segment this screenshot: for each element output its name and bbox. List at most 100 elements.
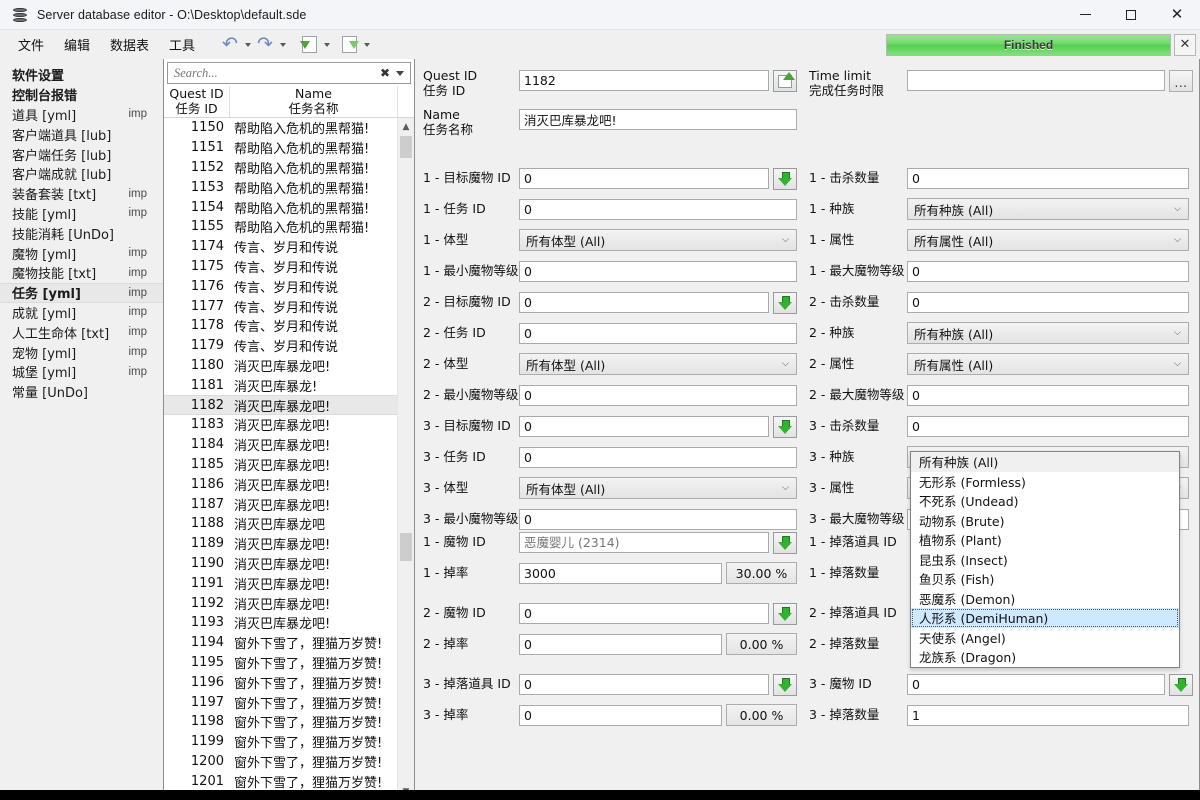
race-option-1[interactable]: 无形系 (Formless) — [911, 472, 1179, 492]
race-option-9[interactable]: 天使系 (Angel) — [911, 628, 1179, 648]
objective-0-quest-id-input[interactable] — [519, 199, 797, 220]
drop-1-rate-input[interactable] — [519, 634, 722, 655]
table-row[interactable]: 1153帮助陷入危机的黑帮猫! — [164, 177, 397, 197]
objective-1-race-combo[interactable]: 所有种族 (All)⌵ — [907, 322, 1189, 344]
sidebar-item-import-badge[interactable]: imp — [128, 287, 147, 299]
drop-0-mob-id-input[interactable] — [519, 532, 769, 553]
sidebar-item-13[interactable]: 人工生命体 [txt]imp — [0, 322, 163, 342]
sidebar-item-import-badge[interactable]: imp — [128, 247, 147, 259]
table-row[interactable]: 1188消灭巴库暴龙吧 — [164, 514, 397, 534]
sidebar-item-import-badge[interactable]: imp — [128, 306, 147, 318]
race-option-4[interactable]: 植物系 (Plant) — [911, 530, 1179, 550]
drop-1-mob-id-input[interactable] — [519, 603, 769, 624]
race-option-3[interactable]: 动物系 (Brute) — [911, 511, 1179, 531]
table-row[interactable]: 1193消灭巴库暴龙吧! — [164, 613, 397, 633]
redo-button[interactable]: ↷ — [254, 33, 276, 56]
race-option-2[interactable]: 不死系 (Undead) — [911, 491, 1179, 511]
close-button[interactable]: ✕ — [1154, 0, 1200, 30]
list-vertical-scrollbar[interactable]: ▲ ▼ — [397, 118, 414, 800]
export-dropdown-caret-icon[interactable] — [364, 43, 370, 47]
table-row[interactable]: 1182消灭巴库暴龙吧! — [164, 395, 397, 415]
menu-file[interactable]: 文件 — [10, 32, 52, 57]
chevron-down-icon[interactable]: ⌵ — [1174, 235, 1181, 245]
table-row[interactable]: 1185消灭巴库暴龙吧! — [164, 455, 397, 475]
name-input[interactable] — [519, 109, 797, 130]
quest-id-open-button[interactable] — [773, 70, 797, 92]
race-option-10[interactable]: 龙族系 (Dragon) — [911, 647, 1179, 667]
race-dropdown-popup[interactable]: 所有种族 (All)无形系 (Formless)不死系 (Undead)动物系 … — [910, 451, 1180, 668]
race-option-5[interactable]: 昆虫系 (Insect) — [911, 550, 1179, 570]
maximize-button[interactable] — [1108, 0, 1154, 30]
drop-2-mob-id-input[interactable] — [519, 674, 769, 695]
objective-1-quest-id-input[interactable] — [519, 323, 797, 344]
table-row[interactable]: 1199窗外下雪了，狸猫万岁赞! — [164, 732, 397, 752]
objective-2-quest-id-input[interactable] — [519, 447, 797, 468]
objective-0-target-mob-id-picker-button[interactable] — [773, 168, 797, 190]
chevron-down-icon[interactable]: ⌵ — [1174, 328, 1181, 338]
redo-dropdown-caret-icon[interactable] — [280, 43, 286, 47]
search-clear-icon[interactable]: ✖ — [376, 66, 394, 80]
sidebar-item-4[interactable]: 客户端任务 [lub] — [0, 144, 163, 164]
race-option-8[interactable]: 人形系 (DemiHuman) — [911, 608, 1179, 628]
objective-0-target-mob-id-input[interactable] — [519, 168, 769, 189]
sidebar-item-11[interactable]: 任务 [yml]imp — [0, 283, 163, 303]
column-header-quest-id[interactable]: Quest ID 任务 ID — [164, 86, 230, 117]
sidebar-item-15[interactable]: 城堡 [yml]imp — [0, 362, 163, 382]
time-limit-input[interactable] — [907, 70, 1165, 91]
objective-0-size-combo[interactable]: 所有体型 (All)⌵ — [519, 229, 797, 251]
search-input[interactable] — [168, 65, 376, 82]
table-row[interactable]: 1179传言、岁月和传说 — [164, 336, 397, 356]
chevron-down-icon[interactable]: ⌵ — [1174, 204, 1181, 214]
table-row[interactable]: 1197窗外下雪了，狸猫万岁赞! — [164, 692, 397, 712]
sidebar-item-7[interactable]: 技能 [yml]imp — [0, 204, 163, 224]
sidebar-item-3[interactable]: 客户端道具 [lub] — [0, 124, 163, 144]
objective-1-min-level-input[interactable] — [519, 385, 797, 406]
table-row[interactable]: 1151帮助陷入危机的黑帮猫! — [164, 138, 397, 158]
chevron-down-icon[interactable]: ⌵ — [782, 359, 789, 369]
scrollbar-thumb[interactable] — [400, 136, 412, 158]
objective-1-kill-count-input[interactable] — [907, 292, 1189, 313]
table-row[interactable]: 1201窗外下雪了，狸猫万岁赞! — [164, 771, 397, 791]
objective-0-max-level-input[interactable] — [907, 261, 1189, 282]
race-option-0[interactable]: 所有种族 (All) — [911, 452, 1179, 472]
export-button[interactable] — [339, 34, 360, 55]
sidebar-item-import-badge[interactable]: imp — [128, 188, 147, 200]
sidebar-item-0[interactable]: 软件设置 — [0, 65, 163, 85]
table-row[interactable]: 1178传言、岁月和传说 — [164, 316, 397, 336]
drop-2-item-id-picker-button[interactable] — [1169, 674, 1193, 696]
table-row[interactable]: 1154帮助陷入危机的黑帮猫! — [164, 197, 397, 217]
sidebar-item-import-badge[interactable]: imp — [128, 366, 147, 378]
objective-2-size-combo[interactable]: 所有体型 (All)⌵ — [519, 477, 797, 499]
objective-1-size-combo[interactable]: 所有体型 (All)⌵ — [519, 353, 797, 375]
sidebar-item-import-badge[interactable]: imp — [128, 108, 147, 120]
scrollbar-thumb-secondary[interactable] — [400, 533, 412, 561]
sidebar-item-import-badge[interactable]: imp — [128, 207, 147, 219]
menu-edit[interactable]: 编辑 — [56, 32, 98, 57]
table-row[interactable]: 1184消灭巴库暴龙吧! — [164, 435, 397, 455]
objective-2-target-mob-id-picker-button[interactable] — [773, 416, 797, 438]
table-row[interactable]: 1152帮助陷入危机的黑帮猫! — [164, 158, 397, 178]
objective-1-element-combo[interactable]: 所有属性 (All)⌵ — [907, 353, 1189, 375]
table-row[interactable]: 1174传言、岁月和传说 — [164, 237, 397, 257]
drop-2-count-input[interactable] — [907, 705, 1189, 726]
table-row[interactable]: 1175传言、岁月和传说 — [164, 257, 397, 277]
table-row[interactable]: 1190消灭巴库暴龙吧! — [164, 554, 397, 574]
menu-datatable[interactable]: 数据表 — [102, 32, 157, 57]
table-row[interactable]: 1189消灭巴库暴龙吧! — [164, 534, 397, 554]
table-row[interactable]: 1181消灭巴库暴龙! — [164, 375, 397, 395]
table-row[interactable]: 1150帮助陷入危机的黑帮猫! — [164, 118, 397, 138]
sidebar-item-9[interactable]: 魔物 [yml]imp — [0, 243, 163, 263]
table-row[interactable]: 1186消灭巴库暴龙吧! — [164, 474, 397, 494]
race-option-7[interactable]: 恶魔系 (Demon) — [911, 589, 1179, 609]
sidebar-item-5[interactable]: 客户端成就 [lub] — [0, 164, 163, 184]
sidebar-item-2[interactable]: 道具 [yml]imp — [0, 105, 163, 125]
drop-0-rate-input[interactable] — [519, 563, 722, 584]
undo-button[interactable]: ↶ — [219, 33, 241, 56]
drop-2-rate-input[interactable] — [519, 705, 722, 726]
table-row[interactable]: 1195窗外下雪了，狸猫万岁赞! — [164, 653, 397, 673]
import-dropdown-caret-icon[interactable] — [324, 43, 330, 47]
objective-1-target-mob-id-picker-button[interactable] — [773, 292, 797, 314]
chevron-down-icon[interactable]: ⌵ — [1174, 359, 1181, 369]
sidebar-item-1[interactable]: 控制台报错 — [0, 85, 163, 105]
objective-1-max-level-input[interactable] — [907, 385, 1189, 406]
